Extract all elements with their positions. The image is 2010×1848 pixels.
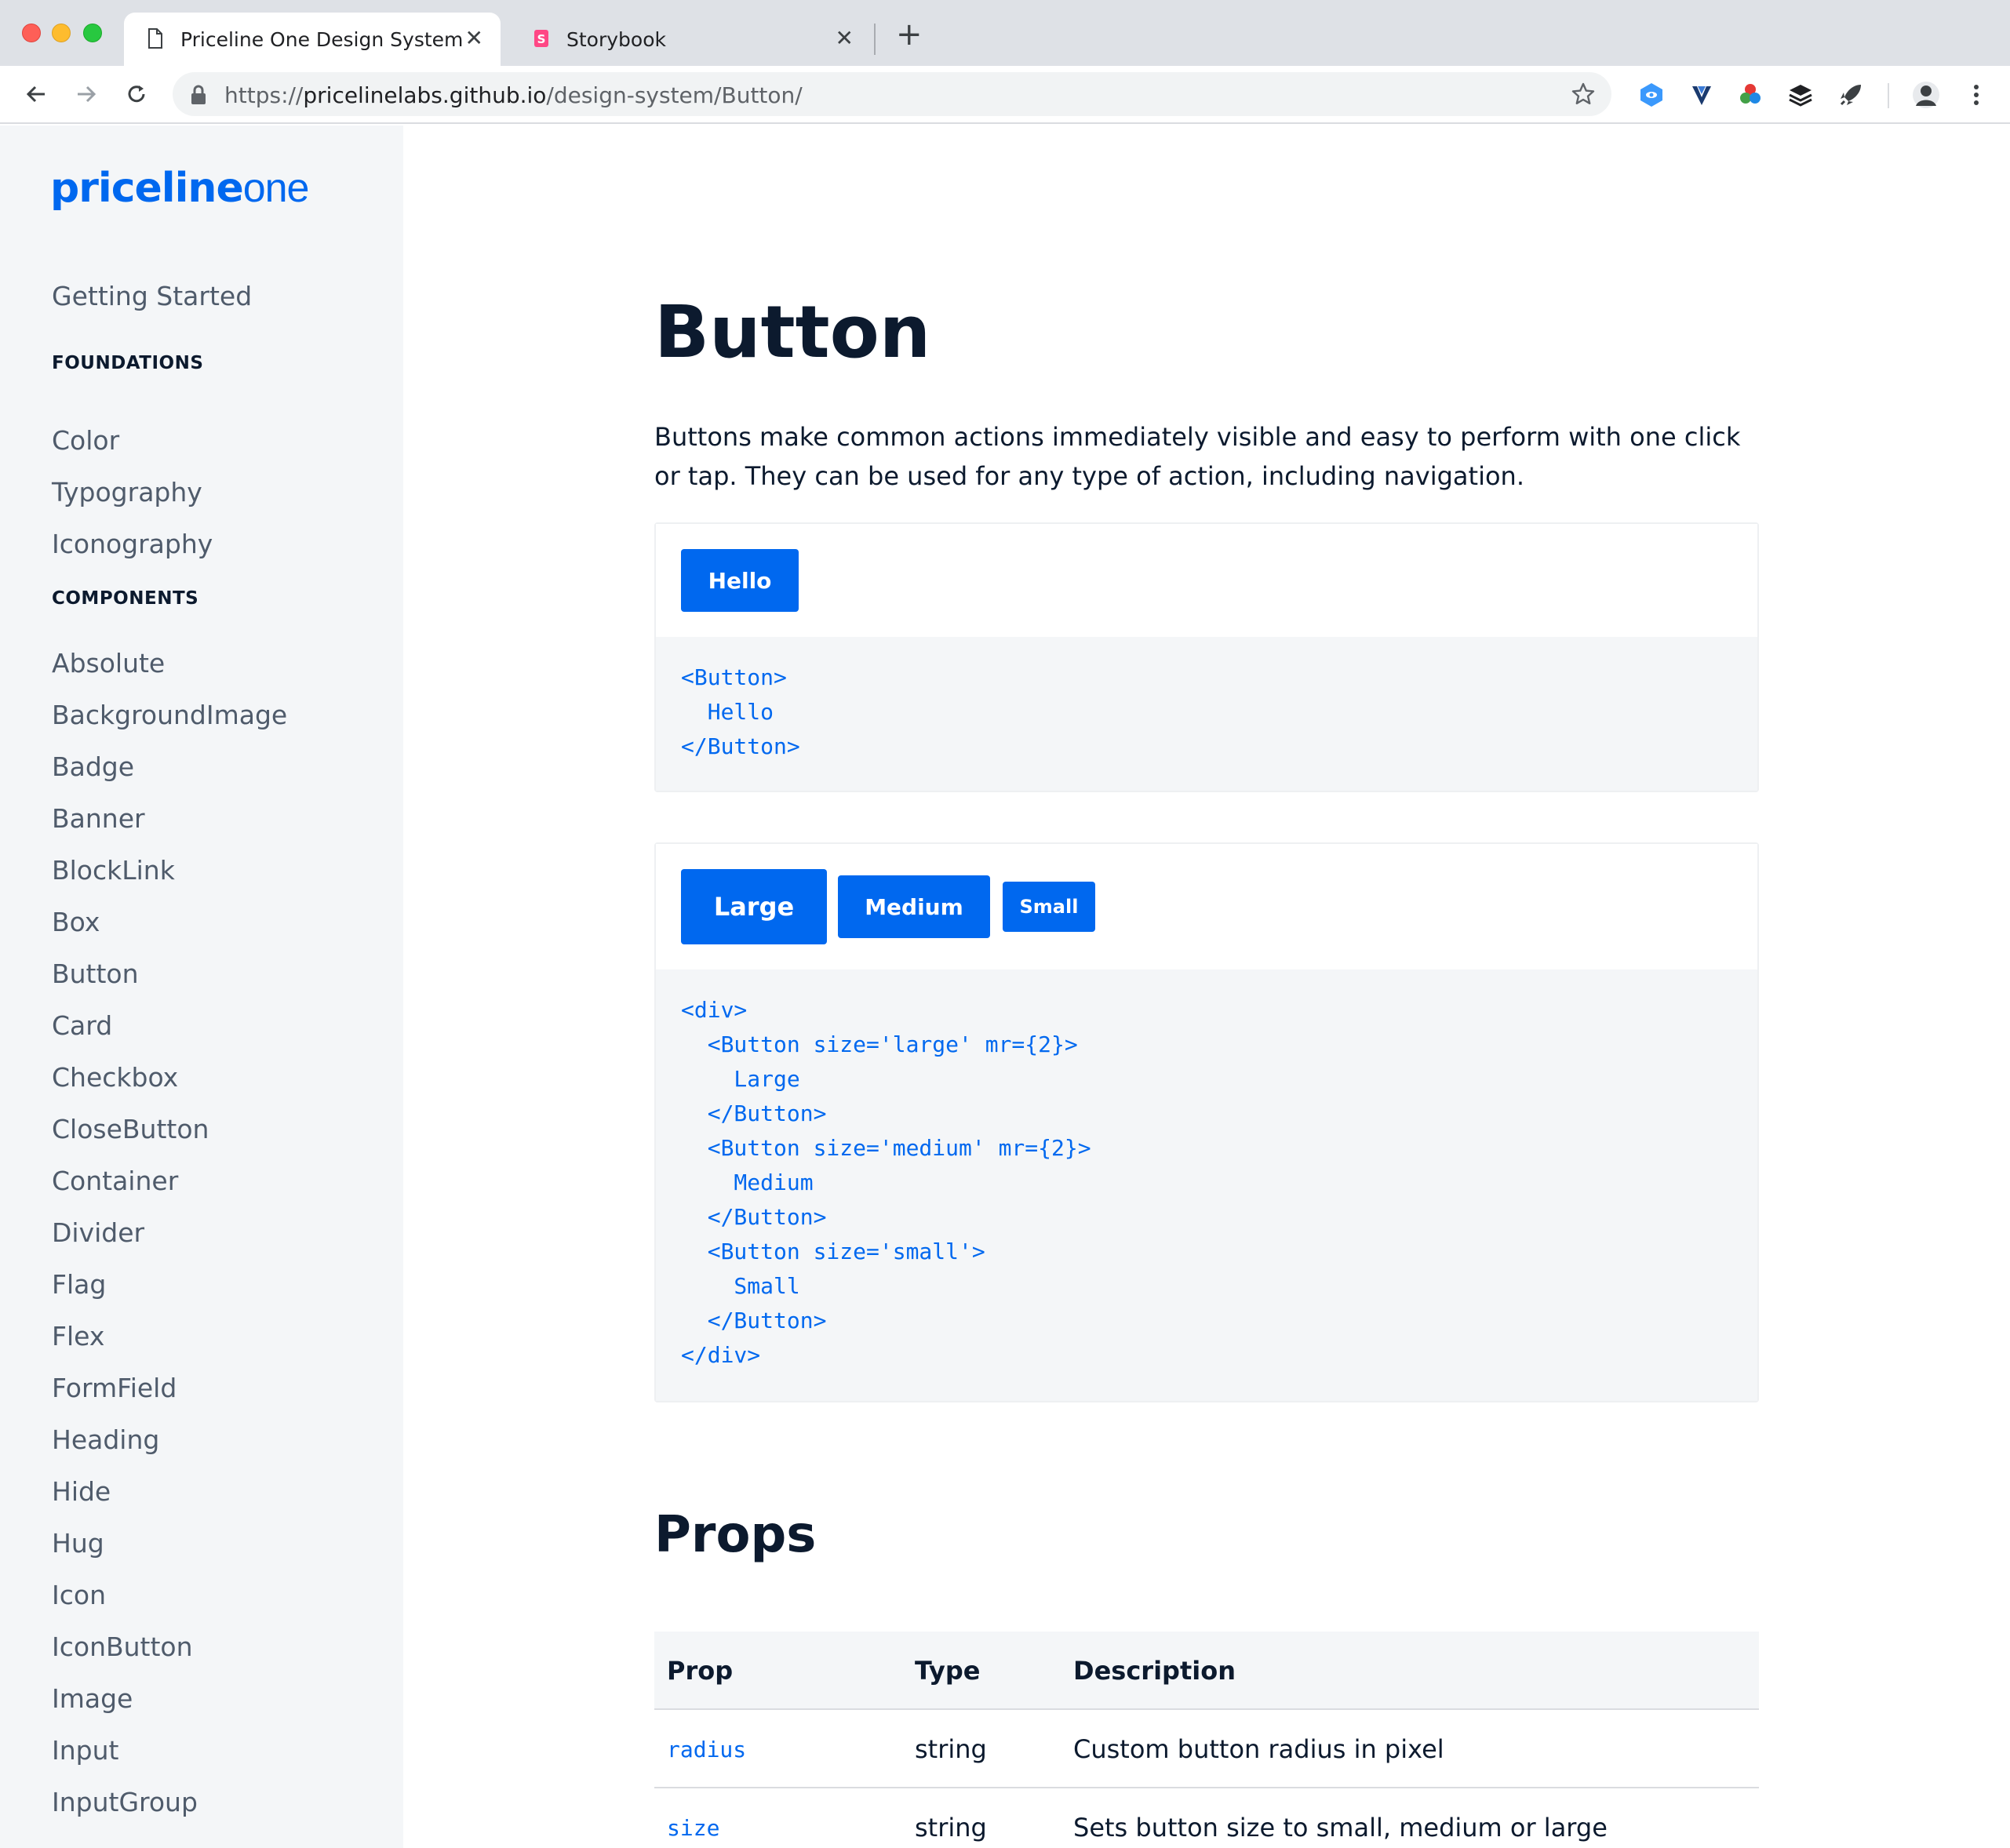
large-button[interactable]: Large: [681, 869, 827, 944]
sidebar-item-checkbox[interactable]: Checkbox: [52, 1062, 178, 1093]
sidebar-item-button[interactable]: Button: [52, 959, 139, 989]
table-header-row: Prop Type Description: [654, 1632, 1759, 1710]
profile-avatar[interactable]: [1911, 80, 1941, 110]
close-tab-icon[interactable]: ✕: [836, 27, 854, 50]
example-hello: Hello <Button> Hello </Button>: [654, 522, 1759, 792]
forward-arrow-icon[interactable]: [71, 78, 102, 110]
window-minimize-button[interactable]: [52, 24, 71, 42]
sidebar-item-card[interactable]: Card: [52, 1010, 112, 1041]
sidebar-item-input[interactable]: Input: [52, 1735, 118, 1766]
sidebar-heading-components: COMPONENTS: [52, 588, 199, 609]
prop-type: string: [915, 1734, 987, 1764]
sidebar-item-divider[interactable]: Divider: [52, 1217, 144, 1248]
sidebar-item-icon[interactable]: Icon: [52, 1580, 106, 1610]
extension-layers-icon[interactable]: [1786, 80, 1815, 110]
close-tab-icon[interactable]: ✕: [465, 27, 483, 50]
extension-rocket-icon[interactable]: [1836, 80, 1866, 110]
menu-dots-icon[interactable]: [1961, 80, 1991, 110]
extension-color-icon[interactable]: [1735, 80, 1765, 110]
window-close-button[interactable]: [22, 24, 41, 42]
sidebar-item-absolute[interactable]: Absolute: [52, 648, 165, 678]
hello-button[interactable]: Hello: [681, 549, 799, 612]
sidebar-item-iconography[interactable]: Iconography: [52, 529, 213, 559]
table-row: radius string Custom button radius in pi…: [654, 1710, 1759, 1788]
sidebar-item-banner[interactable]: Banner: [52, 803, 145, 834]
sidebar-item-badge[interactable]: Badge: [52, 751, 134, 782]
sidebar-item-typography[interactable]: Typography: [52, 477, 202, 507]
example-sizes: Large Medium Small <div> <Button size='l…: [654, 842, 1759, 1402]
page-title: Button: [654, 290, 931, 374]
tab-title: Storybook: [566, 28, 666, 51]
svg-text:S: S: [537, 32, 546, 46]
props-heading: Props: [654, 1506, 817, 1564]
column-header-description: Description: [1073, 1656, 1236, 1686]
code-block: <Button> Hello </Button>: [656, 637, 1757, 791]
sidebar-item-blocklink[interactable]: BlockLink: [52, 855, 175, 886]
sidebar-item-container[interactable]: Container: [52, 1166, 178, 1196]
browser-tab-bar: Priceline One Design System ✕ S Storyboo…: [0, 0, 2010, 66]
tab-storybook[interactable]: S Storybook ✕: [510, 13, 871, 66]
back-arrow-icon[interactable]: [20, 78, 52, 110]
sidebar-item-inputgroup[interactable]: InputGroup: [52, 1787, 198, 1817]
sidebar-item-color[interactable]: Color: [52, 425, 119, 456]
toolbar-separator: [1888, 83, 1889, 108]
example-preview: Hello: [656, 524, 1757, 637]
column-header-prop: Prop: [667, 1656, 734, 1686]
sidebar-item-getting-started[interactable]: Getting Started: [52, 281, 252, 311]
sidebar-item-closebutton[interactable]: CloseButton: [52, 1114, 209, 1144]
sidebar-item-formfield[interactable]: FormField: [52, 1373, 177, 1403]
column-header-type: Type: [915, 1656, 981, 1686]
new-tab-button[interactable]: +: [896, 19, 923, 50]
small-button[interactable]: Small: [1003, 882, 1095, 932]
document-icon: [147, 28, 163, 49]
lock-icon: [190, 85, 207, 108]
sidebar-item-image[interactable]: Image: [52, 1683, 133, 1714]
sidebar-item-flag[interactable]: Flag: [52, 1269, 106, 1300]
table-row: size string Sets button size to small, m…: [654, 1788, 1759, 1848]
page-description: Buttons make common actions immediately …: [654, 422, 1741, 491]
address-bar[interactable]: https://pricelinelabs.github.io/design-s…: [173, 72, 1611, 116]
sidebar-item-hide[interactable]: Hide: [52, 1476, 111, 1507]
url-text: https://pricelinelabs.github.io/design-s…: [224, 82, 803, 108]
example-preview: Large Medium Small: [656, 844, 1757, 969]
prop-description: Sets button size to small, medium or lar…: [1073, 1813, 1608, 1843]
sidebar-item-iconbutton[interactable]: IconButton: [52, 1632, 193, 1662]
priceline-one-logo[interactable]: pricelineone: [50, 165, 309, 212]
tab-title: Priceline One Design System: [180, 28, 464, 51]
storybook-icon: S: [533, 28, 549, 49]
prop-description: Custom button radius in pixel: [1073, 1734, 1444, 1764]
prop-name: radius: [667, 1736, 747, 1763]
code-block: <div> <Button size='large' mr={2}> Large…: [656, 969, 1757, 1401]
extension-shield-icon[interactable]: [1637, 80, 1666, 110]
props-table: Prop Type Description radius string Cust…: [654, 1632, 1759, 1848]
sidebar: pricelineone Getting Started FOUNDATIONS…: [0, 126, 403, 1848]
star-icon[interactable]: [1571, 82, 1596, 110]
prop-type: string: [915, 1813, 987, 1843]
medium-button[interactable]: Medium: [838, 875, 990, 938]
sidebar-item-backgroundimage[interactable]: BackgroundImage: [52, 700, 287, 730]
sidebar-item-heading[interactable]: Heading: [52, 1424, 159, 1455]
sidebar-heading-foundations: FOUNDATIONS: [52, 353, 204, 373]
tab-priceline-design-system[interactable]: Priceline One Design System ✕: [124, 13, 501, 66]
tab-separator: [874, 24, 876, 55]
sidebar-item-flex[interactable]: Flex: [52, 1321, 104, 1351]
browser-toolbar: https://pricelinelabs.github.io/design-s…: [0, 66, 2010, 124]
reload-icon[interactable]: [121, 78, 152, 110]
extension-v-icon[interactable]: [1687, 80, 1717, 110]
sidebar-item-box[interactable]: Box: [52, 907, 100, 937]
prop-name: size: [667, 1814, 720, 1841]
window-zoom-button[interactable]: [83, 24, 102, 42]
sidebar-item-hug[interactable]: Hug: [52, 1528, 104, 1559]
